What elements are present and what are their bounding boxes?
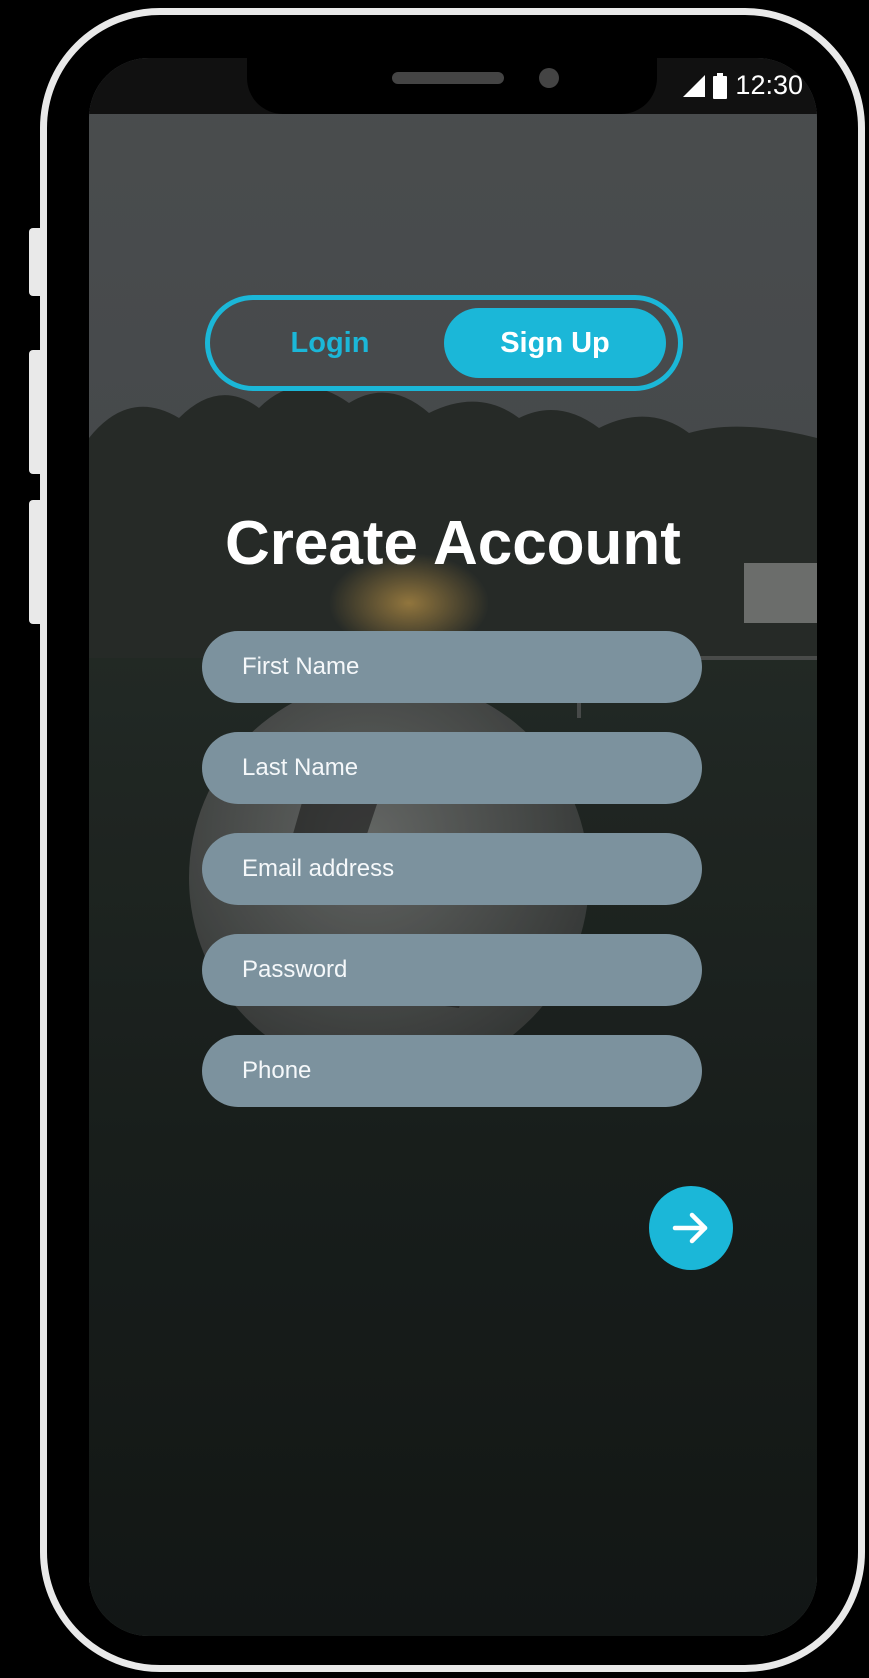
app-screen: 12:30 Login Sign Up Create Account [89,58,817,1636]
first-name-input[interactable] [240,630,702,704]
tab-login[interactable]: Login [210,300,450,386]
phone-side-button [29,228,41,296]
notch [247,58,657,114]
last-name-field[interactable] [202,731,702,805]
email-input[interactable] [240,832,702,906]
arrow-right-icon [672,1212,708,1244]
phone-input[interactable] [240,1034,702,1108]
phone-volume-up-button [29,350,41,474]
status-time: 12:30 [735,70,803,100]
phone-field[interactable] [202,1034,702,1108]
status-bar: 12:30 [89,58,817,114]
speaker-grille [392,72,504,84]
page-title: Create Account [225,509,681,578]
first-name-field[interactable] [202,630,702,704]
last-name-input[interactable] [240,731,702,805]
email-field[interactable] [202,832,702,906]
status-indicators: 12:30 [683,70,803,101]
battery-icon [713,72,728,99]
submit-button[interactable] [649,1186,733,1270]
auth-toggle: Login Sign Up [205,295,683,391]
signal-icon [683,74,706,97]
password-input[interactable] [240,933,702,1007]
front-camera [539,68,559,88]
tab-signup[interactable]: Sign Up [444,308,666,378]
phone-volume-down-button [29,500,41,624]
password-field[interactable] [202,933,702,1007]
